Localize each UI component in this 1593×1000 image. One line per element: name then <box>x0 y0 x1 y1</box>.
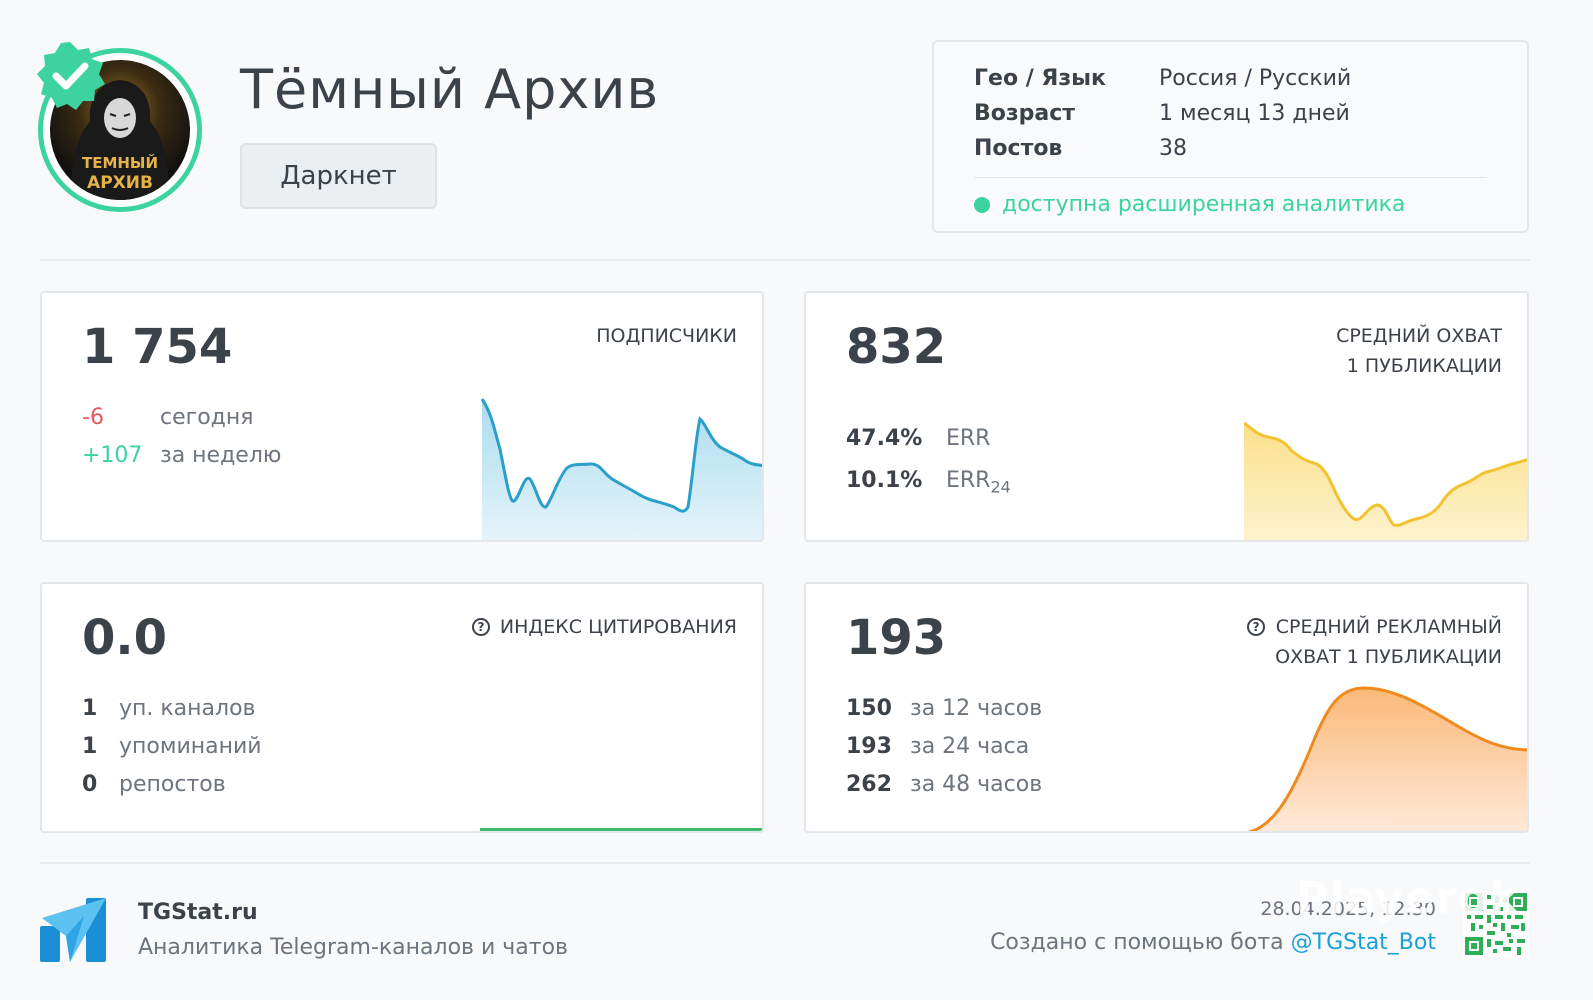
subscribers-title: ПОДПИСЧИКИ <box>596 321 737 351</box>
stat-row-week: +107 за неделю <box>82 443 281 468</box>
citation-sparkline <box>480 828 762 831</box>
citation-title: ? ИНДЕКС ЦИТИРОВАНИЯ <box>471 612 737 642</box>
stat-num: 10.1% <box>846 468 923 493</box>
footer-bot-credit: Создано с помощью бота @TGStat_Bot <box>990 930 1436 955</box>
stat-num: 1 <box>82 696 98 721</box>
stat-row-channels: 1 уп. каналов <box>82 696 256 721</box>
bot-prefix: Создано с помощью бота <box>990 930 1284 955</box>
stat-num: -6 <box>82 405 104 430</box>
stat-label: упоминаний <box>119 734 262 759</box>
footer-brand[interactable]: TGStat.ru <box>138 900 258 925</box>
stat-num: 0 <box>82 772 98 797</box>
stat-num: 150 <box>846 696 892 721</box>
info-value: 1 месяц 13 дней <box>1159 101 1350 126</box>
reach-count: 832 <box>846 319 947 375</box>
stat-row-err: 47.4% ERR <box>846 426 990 451</box>
stat-label: сегодня <box>160 405 254 430</box>
footer-subtitle: Аналитика Telegram-каналов и чатов <box>138 935 569 960</box>
avatar-caption-line2: АРХИВ <box>87 173 153 193</box>
bot-handle-link[interactable]: @TGStat_Bot <box>1291 930 1436 955</box>
stat-row-err24: 10.1% ERR24 <box>846 468 1011 496</box>
stat-label-sub: 24 <box>990 477 1011 497</box>
info-row-geo: Гео / Язык Россия / Русский <box>974 66 1351 91</box>
stat-row-24h: 193 за 24 часа <box>846 734 1029 759</box>
tgstat-logo-icon[interactable] <box>40 896 108 964</box>
citation-title-text: ИНДЕКС ЦИТИРОВАНИЯ <box>499 616 737 638</box>
stat-num: 47.4% <box>846 426 923 451</box>
ad-reach-title-line1: СРЕДНИЙ РЕКЛАМНЫЙ <box>1275 616 1502 638</box>
subscribers-sparkline <box>480 398 762 540</box>
playerok-watermark: Playerok <box>1296 873 1520 924</box>
divider-bottom <box>40 862 1530 864</box>
info-row-posts: Постов 38 <box>974 136 1187 161</box>
reach-sparkline <box>1244 421 1527 540</box>
citation-card[interactable]: 0.0 ? ИНДЕКС ЦИТИРОВАНИЯ 1 уп. каналов 1… <box>40 582 764 833</box>
reach-title: СРЕДНИЙ ОХВАТ 1 ПУБЛИКАЦИИ <box>1336 321 1502 381</box>
info-value: Россия / Русский <box>1159 66 1352 91</box>
ad-reach-title-line2: ОХВАТ 1 ПУБЛИКАЦИИ <box>1275 646 1502 668</box>
question-circle-icon[interactable]: ? <box>1247 618 1266 636</box>
stat-row-12h: 150 за 12 часов <box>846 696 1042 721</box>
channel-avatar: ТЕМНЫЙ АРХИВ <box>37 42 202 212</box>
reach-title-line2: 1 ПУБЛИКАЦИИ <box>1346 355 1502 377</box>
info-row-age: Возраст 1 месяц 13 дней <box>974 101 1350 126</box>
stat-num: 1 <box>82 734 98 759</box>
stat-row-mentions: 1 упоминаний <box>82 734 262 759</box>
stat-row-today: -6 сегодня <box>82 405 253 430</box>
ad-reach-card[interactable]: 193 ? СРЕДНИЙ РЕКЛАМНЫЙ ОХВАТ 1 ПУБЛИКАЦ… <box>804 582 1529 833</box>
stat-label: ERR <box>946 426 991 451</box>
ad-reach-title: ? СРЕДНИЙ РЕКЛАМНЫЙ ОХВАТ 1 ПУБЛИКАЦИИ <box>1247 612 1502 672</box>
divider-top <box>40 259 1530 261</box>
category-button[interactable]: Даркнет <box>240 143 437 209</box>
stat-num: 193 <box>846 734 892 759</box>
info-label: Постов <box>974 136 1063 161</box>
citation-index-value: 0.0 <box>82 610 168 666</box>
question-circle-icon[interactable]: ? <box>471 618 490 636</box>
stat-label: за 12 часов <box>910 696 1043 721</box>
info-label: Возраст <box>974 101 1076 126</box>
channel-title: Тёмный Архив <box>240 58 660 121</box>
stat-num: +107 <box>82 443 143 468</box>
stat-row-reposts: 0 репостов <box>82 772 226 797</box>
stat-row-48h: 262 за 48 часов <box>846 772 1042 797</box>
subscribers-title-text: ПОДПИСЧИКИ <box>596 325 737 347</box>
stat-label: за 24 часа <box>910 734 1030 759</box>
info-divider <box>974 177 1487 178</box>
channel-info-box: Гео / Язык Россия / Русский Возраст 1 ме… <box>932 40 1529 233</box>
stat-label: уп. каналов <box>119 696 256 721</box>
stat-num: 262 <box>846 772 892 797</box>
stat-label: ERR24 <box>946 468 1011 496</box>
info-value: 38 <box>1159 136 1187 161</box>
verified-badge-icon <box>37 42 105 110</box>
stat-label-text: ERR <box>946 468 991 493</box>
stat-label: за 48 часов <box>910 772 1043 797</box>
analytics-status-text: доступна расширенная аналитика <box>1002 192 1406 217</box>
reach-card[interactable]: 832 СРЕДНИЙ ОХВАТ 1 ПУБЛИКАЦИИ 47.4% ERR… <box>804 291 1529 542</box>
ad-reach-sparkline <box>1246 686 1527 831</box>
info-label: Гео / Язык <box>974 66 1106 91</box>
stat-label: репостов <box>119 772 226 797</box>
reach-title-line1: СРЕДНИЙ ОХВАТ <box>1336 325 1502 347</box>
avatar-caption-line1: ТЕМНЫЙ <box>82 153 158 172</box>
ad-reach-count: 193 <box>846 610 947 666</box>
analytics-status[interactable]: доступна расширенная аналитика <box>974 192 1405 217</box>
subscribers-card[interactable]: 1 754 ПОДПИСЧИКИ -6 сегодня +107 за неде… <box>40 291 764 542</box>
subscribers-count: 1 754 <box>82 319 233 375</box>
status-dot-icon <box>974 196 990 213</box>
stat-label: за неделю <box>160 443 282 468</box>
